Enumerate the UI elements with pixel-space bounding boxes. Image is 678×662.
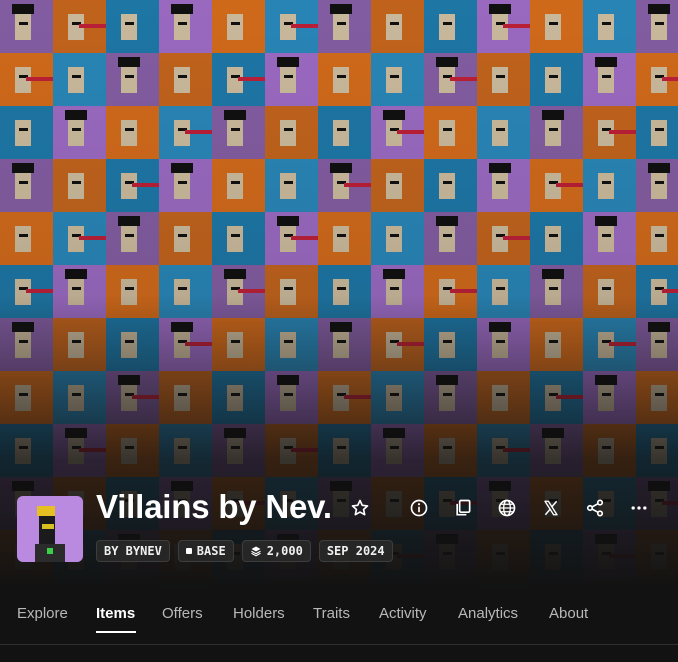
tab-about[interactable]: About [549, 605, 588, 622]
villain-avatar-icon [39, 516, 55, 544]
info-icon [410, 499, 428, 517]
creator-badge[interactable]: BY BYNEV [96, 540, 170, 562]
favorite-button[interactable] [348, 496, 372, 520]
date-badge: SEP 2024 [318, 540, 393, 562]
copy-icon [456, 499, 471, 516]
website-button[interactable] [495, 496, 519, 520]
x-profile-button[interactable] [539, 496, 563, 520]
badge-label: BY BYNEV [104, 544, 162, 558]
tabs-divider [0, 644, 678, 645]
mask-icon [42, 524, 54, 529]
globe-icon [498, 499, 516, 517]
more-button[interactable] [627, 496, 651, 520]
badge-label: 2,000 [266, 544, 303, 558]
collection-badges: BY BYNEV BASE 2,000 SEP 2024 [96, 540, 393, 562]
tab-explore[interactable]: Explore [17, 605, 68, 622]
star-icon [351, 499, 369, 516]
chain-square-icon [185, 548, 192, 554]
collection-tabs: Explore Items Offers Holders Traits Acti… [0, 596, 678, 642]
tab-items[interactable]: Items [96, 605, 135, 622]
tab-activity[interactable]: Activity [379, 605, 427, 622]
collection-title: Villains by Nev. [96, 488, 332, 525]
stack-icon [250, 546, 261, 557]
more-dots-icon [631, 506, 647, 510]
share-icon [586, 499, 604, 517]
tab-holders[interactable]: Holders [233, 605, 285, 622]
x-logo-icon [544, 500, 558, 516]
chain-badge[interactable]: BASE [177, 540, 234, 562]
info-button[interactable] [407, 496, 431, 520]
badge-label: BASE [196, 544, 226, 558]
crown-icon [37, 506, 55, 516]
collection-avatar[interactable] [17, 496, 83, 562]
badge-label: SEP 2024 [326, 544, 385, 558]
share-button[interactable] [583, 496, 607, 520]
gem-icon [47, 548, 53, 554]
tab-analytics[interactable]: Analytics [458, 605, 518, 622]
supply-badge: 2,000 [241, 540, 311, 562]
tab-offers[interactable]: Offers [162, 605, 203, 622]
active-tab-indicator [96, 631, 136, 633]
tab-traits[interactable]: Traits [313, 605, 350, 622]
copy-button[interactable] [451, 496, 475, 520]
